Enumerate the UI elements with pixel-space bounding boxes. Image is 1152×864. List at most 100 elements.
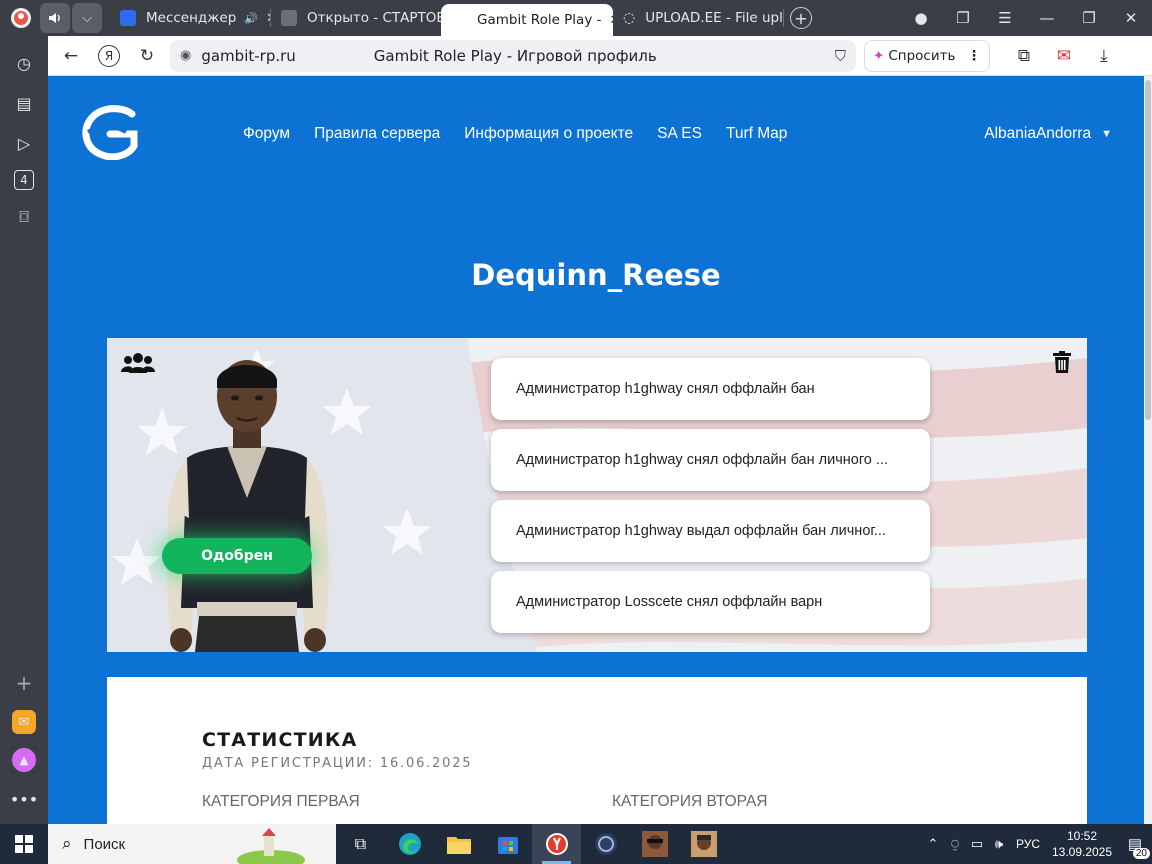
sidebar-badge-icon[interactable]: 4 (14, 170, 34, 190)
user-menu[interactable]: AlbaniaAndorra ▼ (984, 125, 1112, 143)
network-icon[interactable]: ▭ (966, 836, 988, 852)
collections-icon[interactable]: ❐ (942, 9, 984, 27)
tab-upload[interactable]: ◌ UPLOAD.EE - File uplo (613, 3, 783, 33)
event-item[interactable]: Администратор h1ghway выдал оффлайн бан … (491, 500, 930, 562)
nav-info-link[interactable]: Информация о проекте (464, 125, 633, 143)
volume-icon[interactable]: 🕪 (988, 836, 1010, 852)
nav-rules-link[interactable]: Правила сервера (314, 125, 440, 143)
clock-date: 13.09.2025 (1051, 845, 1113, 859)
nav-forum-link[interactable]: Форум (243, 125, 290, 143)
reader-mode-icon[interactable]: ⧉ (1004, 46, 1044, 66)
clock-time: 10:52 (1066, 829, 1098, 843)
page-title-text: Gambit Role Play - Игровой профиль (373, 46, 657, 65)
tab-audio-toggle-icon[interactable] (40, 3, 70, 33)
extension-icon[interactable]: ✉ (1044, 46, 1084, 66)
scrollbar-thumb[interactable] (1145, 80, 1151, 420)
microsoft-store-icon[interactable] (483, 824, 532, 864)
statistics-title: СТАТИСТИКА (202, 729, 358, 751)
event-item[interactable]: Администратор h1ghway снял оффлайн бан л… (491, 429, 930, 491)
windows-start-icon[interactable] (0, 835, 48, 853)
back-arrow-icon[interactable]: ← (54, 39, 88, 73)
speaker-icon: 🔊 (244, 11, 259, 25)
tray-meet-icon[interactable]: ⍜ (944, 836, 966, 852)
tab-startovy[interactable]: Открыто - СТАРТОВЫ (271, 3, 441, 33)
nav-turfmap-link[interactable]: Turf Map (726, 125, 787, 143)
task-view-icon[interactable]: ⧉ (336, 824, 385, 864)
downloads-icon[interactable]: ⤓ (1084, 46, 1124, 66)
edge-browser-icon[interactable] (385, 824, 434, 864)
reload-icon[interactable]: ↻ (130, 39, 164, 73)
alice-assistant-icon[interactable]: ▲ (12, 748, 36, 772)
caret-down-icon: ▼ (1101, 128, 1112, 140)
trash-icon[interactable] (1053, 351, 1071, 373)
mail-icon[interactable]: ✉ (12, 710, 36, 734)
messenger-favicon-icon (120, 10, 136, 26)
event-text: Администратор h1ghway снял оффлайн бан (516, 381, 815, 397)
event-text: Администратор Losscete снял оффлайн варн (516, 594, 823, 610)
history-clock-icon[interactable]: ◷ (11, 50, 37, 76)
nav-saes-link[interactable]: SA ES (657, 125, 702, 143)
file-explorer-icon[interactable] (434, 824, 483, 864)
game-launcher-icon[interactable] (679, 824, 728, 864)
browser-sidebar: ◷ ▤ ▷ 4 ⌼ + ✉ ▲ ••• (0, 36, 48, 824)
account-avatar-icon[interactable]: ● (900, 9, 942, 27)
tab-messenger[interactable]: Мессенджер 🔊 ✕ (110, 3, 270, 33)
restore-icon[interactable]: ❐ (1068, 9, 1110, 27)
site-settings-icon[interactable]: ◉ (180, 48, 191, 63)
ask-ai-icon: ✦ (873, 47, 885, 64)
notifications-icon[interactable]: ▤ 20 (1118, 835, 1152, 859)
input-language[interactable]: РУС (1016, 837, 1040, 851)
address-bar: ← Я ↻ ◉ gambit-rp.ru Gambit Role Play - … (48, 36, 1152, 76)
category-first-heading: КАТЕГОРИЯ ПЕРВАЯ (202, 793, 360, 810)
game-samp-icon[interactable] (630, 824, 679, 864)
grid-favicon-icon (281, 10, 297, 26)
browser-profile-icon[interactable] (6, 3, 36, 33)
new-tab-plus-icon[interactable]: + (790, 7, 812, 29)
close-window-icon[interactable]: ✕ (1110, 9, 1152, 27)
tray-overflow-chevron-icon[interactable]: ⌃ (922, 836, 944, 852)
screenshot-camera-icon[interactable]: ⌼ (11, 204, 37, 230)
more-dots-icon[interactable]: ••• (10, 786, 38, 812)
event-text: Администратор h1ghway снял оффлайн бан л… (516, 452, 888, 468)
main-nav: Форум Правила сервера Информация о проек… (243, 125, 787, 143)
profile-card: Одобрен Администратор h1ghway снял оффла… (107, 338, 1087, 652)
character-skin-image (167, 360, 329, 652)
yandex-browser-icon[interactable] (532, 824, 581, 864)
add-panel-plus-icon[interactable]: + (11, 670, 37, 696)
menu-hamburger-icon[interactable]: ☰ (984, 9, 1026, 27)
url-field[interactable]: ◉ gambit-rp.ru Gambit Role Play - Игрово… (170, 39, 856, 72)
admin-events-list: Администратор h1ghway снял оффлайн бан А… (491, 358, 930, 642)
window-controls: ● ❐ ☰ — ❐ ✕ (900, 9, 1152, 27)
gambit-logo-icon[interactable] (82, 104, 142, 160)
search-highlight-illustration-icon (237, 828, 305, 864)
url-text: gambit-rp.ru (201, 46, 296, 65)
category-second-heading: КАТЕГОРИЯ ВТОРАЯ (612, 793, 768, 810)
tab-separator (783, 9, 784, 27)
clock[interactable]: 10:52 13.09.2025 (1046, 828, 1118, 860)
browser-tab-bar: ⌵ Мессенджер 🔊 ✕ Открыто - СТАРТОВЫ Gamb… (0, 0, 1152, 36)
event-text: Администратор h1ghway выдал оффлайн бан … (516, 523, 886, 539)
yandex-logo-icon[interactable]: Я (98, 44, 120, 67)
username-label: AlbaniaAndorra (984, 125, 1092, 142)
page-scrollbar[interactable] (1144, 76, 1152, 824)
ask-more-icon[interactable]: ⋮ (967, 48, 981, 64)
search-icon: ⌕ (62, 834, 72, 853)
tab-gambit[interactable]: Gambit Role Play - ✕ (441, 4, 613, 36)
event-item[interactable]: Администратор Losscete снял оффлайн варн (491, 571, 930, 633)
status-approved-badge: Одобрен (162, 538, 312, 574)
registration-date: ДАТА РЕГИСТРАЦИИ: 16.06.2025 (202, 756, 473, 771)
minimize-icon[interactable]: — (1026, 9, 1068, 27)
statistics-card: СТАТИСТИКА ДАТА РЕГИСТРАЦИИ: 16.06.2025 … (107, 677, 1087, 824)
video-play-icon[interactable]: ▷ (11, 130, 37, 156)
ask-ai-button[interactable]: ✦ Спросить ⋮ (864, 39, 990, 72)
app-circle-icon[interactable] (581, 824, 630, 864)
profile-name-heading: Dequinn_Reese (471, 258, 721, 292)
taskbar-search-input[interactable]: ⌕ Поиск (48, 824, 336, 864)
notification-count-badge: 20 (1132, 848, 1150, 859)
tabs-dropdown-icon[interactable]: ⌵ (72, 3, 102, 33)
tabs-panel-icon[interactable]: ▤ (11, 90, 37, 116)
system-tray: ⌃ ⍜ ▭ 🕪 РУС 10:52 13.09.2025 ▤ 20 (922, 828, 1152, 860)
bookmark-icon[interactable]: ⛉ (835, 47, 846, 65)
event-item[interactable]: Администратор h1ghway снял оффлайн бан (491, 358, 930, 420)
windows-taskbar: ⌕ Поиск ⧉ ⌃ ⍜ ▭ 🕪 РУС 10:52 13.09.2025 ▤… (0, 824, 1152, 864)
